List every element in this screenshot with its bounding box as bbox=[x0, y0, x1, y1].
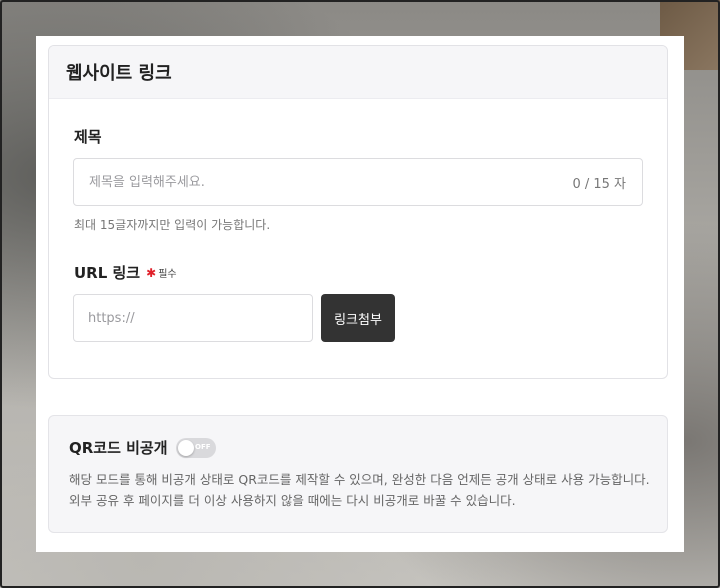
qr-title-row: QR코드 비공개 OFF bbox=[69, 437, 216, 458]
qr-private-toggle[interactable]: OFF bbox=[175, 437, 216, 458]
qr-private-label: QR코드 비공개 bbox=[69, 439, 168, 457]
qr-private-card: QR코드 비공개 OFF 해당 모드를 통해 비공개 상태로 QR코드를 제작할… bbox=[48, 415, 668, 533]
title-hint: 최대 15글자까지만 입력이 가능합니다. bbox=[74, 218, 271, 232]
url-label-row: URL 링크 ✱ 필수 bbox=[74, 262, 177, 283]
title-input[interactable] bbox=[87, 173, 573, 191]
toggle-knob bbox=[177, 439, 194, 456]
qr-description: 해당 모드를 통해 비공개 상태로 QR코드를 제작할 수 있으며, 완성한 다… bbox=[69, 472, 650, 508]
char-counter: 0 / 15 자 bbox=[572, 176, 626, 192]
card-title: 웹사이트 링크 bbox=[49, 46, 667, 99]
url-label: URL 링크 bbox=[74, 264, 141, 282]
toggle-state-text: OFF bbox=[195, 442, 211, 451]
title-input-wrapper: 0 / 15 자 bbox=[73, 158, 643, 206]
attach-link-button[interactable]: 링크첨부 bbox=[321, 294, 395, 342]
website-link-panel: 웹사이트 링크 제목 0 / 15 자 최대 15글자까지만 입력이 가능합니다… bbox=[36, 36, 684, 552]
url-input-wrapper bbox=[73, 294, 313, 342]
required-text: 필수 bbox=[158, 269, 177, 280]
required-icon: ✱ bbox=[146, 265, 157, 280]
website-link-card: 웹사이트 링크 제목 0 / 15 자 최대 15글자까지만 입력이 가능합니다… bbox=[48, 45, 668, 379]
title-label: 제목 bbox=[74, 128, 102, 146]
url-input[interactable] bbox=[86, 309, 300, 327]
